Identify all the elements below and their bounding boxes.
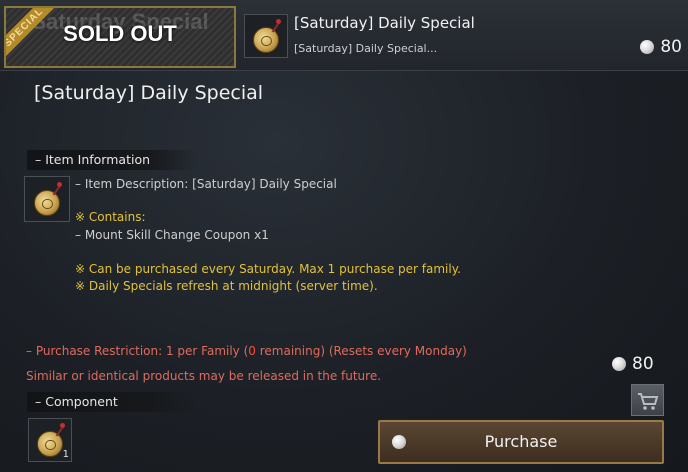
- component-heading: – Component: [27, 392, 197, 412]
- pearl-icon: [640, 40, 655, 54]
- contains-heading: ※ Contains:: [75, 210, 146, 224]
- sold-out-banner: Saturday Special SOLD OUT SPECIAL: [4, 6, 236, 68]
- coupon-icon: [253, 27, 279, 53]
- header-subtitle: [Saturday] Daily Special...: [294, 42, 438, 55]
- pin-head-icon: [57, 182, 62, 187]
- panel-title: [Saturday] Daily Special: [34, 82, 264, 104]
- cart-icon: [638, 393, 659, 410]
- purchase-button-label: Purchase: [484, 432, 558, 451]
- item-icon-slot[interactable]: [244, 14, 288, 58]
- header-price: 80: [640, 37, 682, 57]
- pearl-icon: [612, 357, 626, 371]
- add-to-cart-button[interactable]: [631, 384, 664, 416]
- pearl-icon: [392, 435, 406, 449]
- top-bar: Saturday Special SOLD OUT SPECIAL [Satur…: [0, 0, 688, 71]
- purchase-price-value: 80: [632, 354, 654, 374]
- purchase-button[interactable]: Purchase: [378, 420, 664, 464]
- pin-head-icon: [60, 423, 65, 428]
- purchase-restriction: – Purchase Restriction: 1 per Family (0 …: [26, 343, 467, 360]
- sold-out-label: SOLD OUT: [63, 21, 177, 46]
- purchase-price: 80: [612, 354, 654, 374]
- remaining-count: 0: [248, 344, 256, 358]
- item-information-heading: – Item Information: [27, 150, 197, 170]
- info-item-icon[interactable]: [24, 176, 70, 222]
- coupon-icon: [37, 431, 63, 457]
- header-price-value: 80: [660, 37, 682, 57]
- refresh-note: ※ Daily Specials refresh at midnight (se…: [75, 279, 378, 293]
- restriction-prefix: – Purchase Restriction: 1 per Family (: [26, 344, 249, 358]
- contains-item: – Mount Skill Change Coupon x1: [75, 228, 269, 242]
- restriction-suffix: remaining) (Resets every Monday): [255, 344, 467, 358]
- component-item-icon[interactable]: 1: [28, 418, 72, 462]
- item-description: – Item Description: [Saturday] Daily Spe…: [75, 177, 337, 191]
- coupon-icon: [34, 190, 60, 216]
- component-count: 1: [62, 449, 69, 460]
- similar-products-note: Similar or identical products may be rel…: [26, 369, 382, 383]
- purchase-note: ※ Can be purchased every Saturday. Max 1…: [75, 262, 461, 276]
- header-title: [Saturday] Daily Special: [294, 14, 475, 32]
- pin-head-icon: [276, 19, 281, 24]
